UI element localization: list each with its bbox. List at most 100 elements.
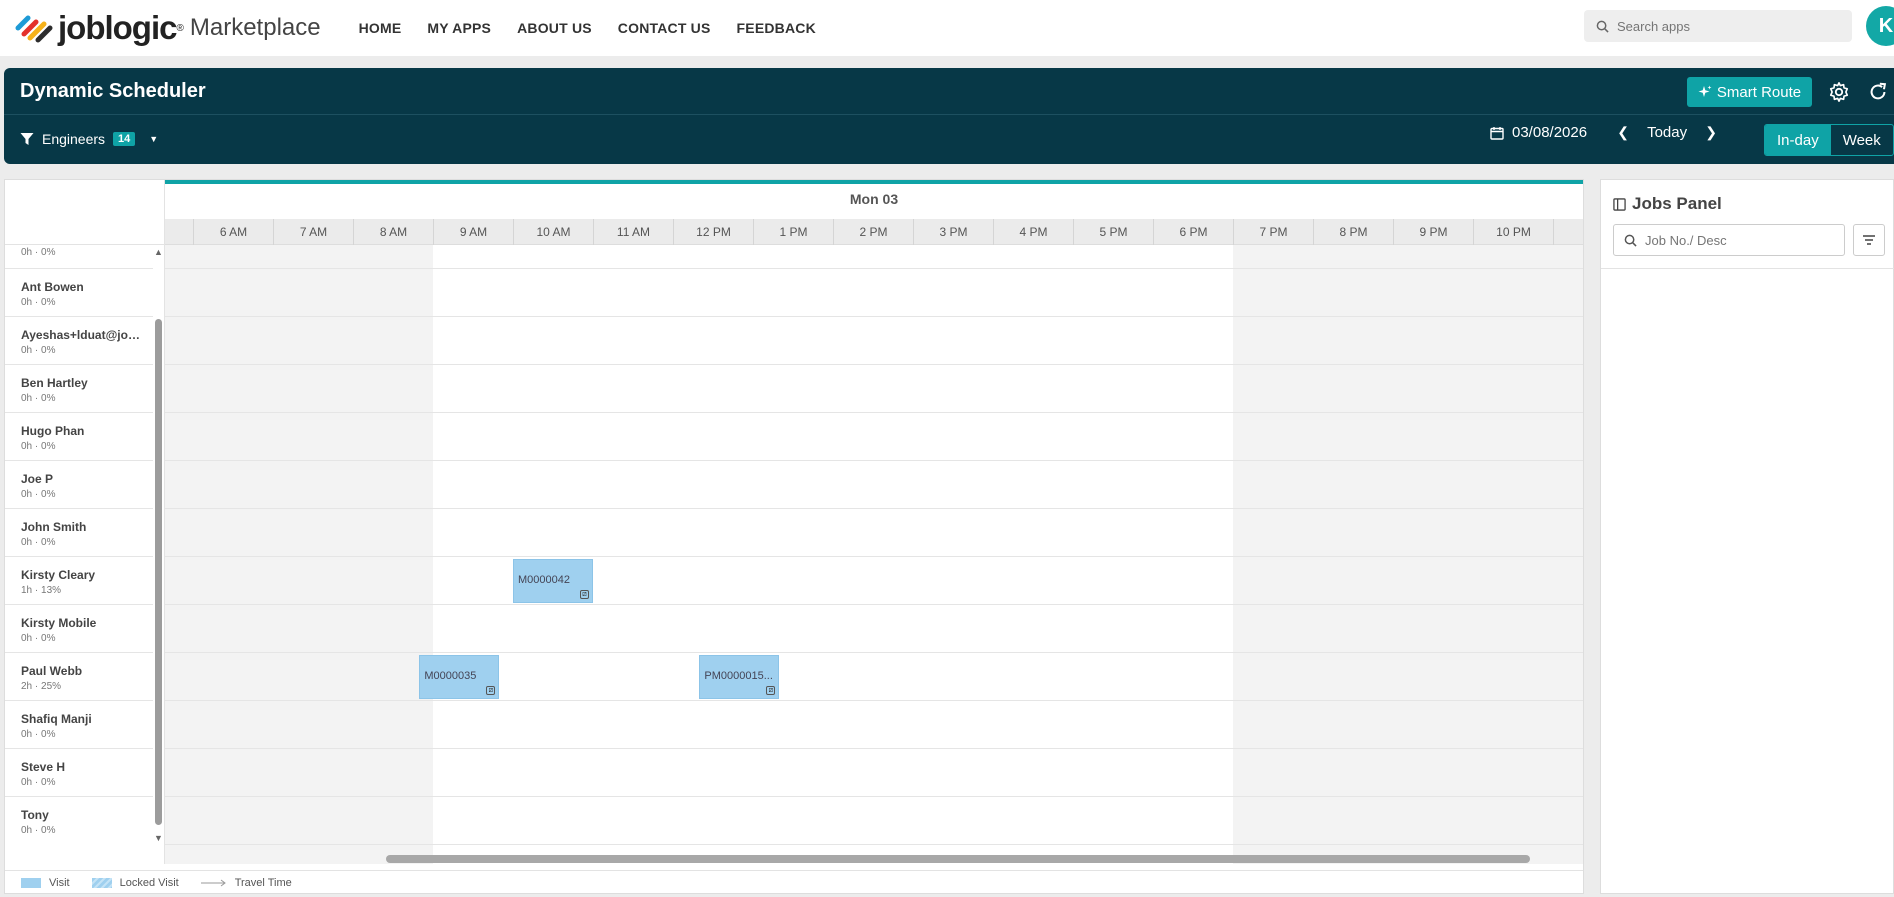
hour-label: 8 PM <box>1313 219 1393 245</box>
hour-ruler: 6 AM 7 AM 8 AM 9 AM 10 AM 11 AM 12 PM 1 PM 2 PM 3… <box>165 219 1583 245</box>
job-visit-block[interactable]: M0000042 ⧄ <box>513 559 593 603</box>
engineer-utilisation: 0h · 0% <box>21 297 56 308</box>
legend-travel-label: Travel Time <box>234 876 292 889</box>
engineer-row[interactable]: Ben Hartley 0h · 0% <box>5 365 153 413</box>
job-search-box <box>1613 224 1845 256</box>
hour-label: 6 PM <box>1153 219 1233 245</box>
current-date: 03/08/2026 <box>1512 124 1588 141</box>
job-search-input[interactable] <box>1645 232 1825 248</box>
hour-label: 11 AM <box>593 219 673 245</box>
vertical-scroll-thumb[interactable] <box>155 319 162 825</box>
engineer-row[interactable]: Steve H 0h · 0% <box>5 749 153 797</box>
engineer-utilisation: 0h · 0% <box>21 489 56 500</box>
view-toggle: In-day Week <box>1764 124 1894 156</box>
jobs-panel-header: Jobs Panel <box>1613 194 1722 214</box>
nav-contact-us[interactable]: CONTACT US <box>618 20 711 36</box>
engineer-lane[interactable] <box>165 701 1583 749</box>
top-navbar: joblogic ® Marketplace HOME MY APPS ABOU… <box>0 0 1894 56</box>
job-visit-block[interactable]: M0000035 ⧄ <box>419 655 500 699</box>
horizontal-scroll-thumb[interactable] <box>386 855 1530 863</box>
engineer-lane[interactable] <box>165 509 1583 557</box>
engineer-name: Ayeshas+lduat@jobl... <box>21 328 146 342</box>
prev-day-chevron-icon[interactable]: ❮ <box>1609 124 1637 141</box>
engineer-row[interactable]: Tony 0h · 0% <box>5 797 153 841</box>
search-icon <box>1624 234 1637 247</box>
today-button[interactable]: Today <box>1647 124 1687 141</box>
engineer-lane[interactable] <box>165 461 1583 509</box>
engineer-utilisation: 0h · 0% <box>21 777 56 788</box>
engineer-lane[interactable] <box>165 653 1583 701</box>
scheduler-header: Dynamic Scheduler Smart Route Engineers … <box>4 68 1894 164</box>
engineer-utilisation: 0h · 0% <box>21 345 56 356</box>
view-in-day-button[interactable]: In-day <box>1765 125 1831 155</box>
engineer-row[interactable]: Paul Webb 2h · 25% <box>5 653 153 701</box>
jobs-filter-icon[interactable] <box>1853 224 1885 256</box>
engineers-filter-dropdown[interactable]: Engineers 14 ▼ <box>20 131 158 147</box>
engineer-lanes: M0000042 ⧄ M0000035 ⧄ PM0000015... ⧄ <box>165 245 1583 864</box>
engineer-row[interactable]: John Smith 0h · 0% <box>5 509 153 557</box>
engineer-lane[interactable] <box>165 797 1583 845</box>
engineer-row[interactable]: Kirsty Mobile 0h · 0% <box>5 605 153 653</box>
job-type-icon: ⧄ <box>766 686 776 695</box>
engineer-row[interactable]: 0h · 0% <box>5 245 153 269</box>
engineer-utilisation: 0h · 0% <box>21 729 56 740</box>
engineer-name: Paul Webb <box>21 664 83 678</box>
engineer-lane[interactable] <box>165 605 1583 653</box>
job-ref: M0000042 <box>518 574 570 586</box>
hour-label: 1 PM <box>753 219 833 245</box>
engineer-lane[interactable] <box>165 245 1583 269</box>
engineer-lane[interactable] <box>165 365 1583 413</box>
day-header: Mon 03 <box>165 180 1583 214</box>
job-type-icon: ⧄ <box>486 686 496 695</box>
engineer-row[interactable]: Ant Bowen 0h · 0% <box>5 269 153 317</box>
scroll-up-arrow-icon[interactable]: ▲ <box>154 247 163 257</box>
nav-home[interactable]: HOME <box>359 20 402 36</box>
settings-gear-icon[interactable] <box>1827 80 1851 104</box>
engineer-lane[interactable] <box>165 317 1583 365</box>
engineer-row[interactable]: Joe P 0h · 0% <box>5 461 153 509</box>
engineer-row[interactable]: Ayeshas+lduat@jobl... 0h · 0% <box>5 317 153 365</box>
engineer-name: Hugo Phan <box>21 424 85 438</box>
engineer-lane[interactable] <box>165 749 1583 797</box>
engineer-column-header <box>5 180 164 245</box>
joblogic-logo[interactable]: joblogic ® Marketplace <box>14 9 321 47</box>
engineer-lane[interactable] <box>165 269 1583 317</box>
job-visit-block[interactable]: PM0000015... ⧄ <box>699 655 780 699</box>
nav-about-us[interactable]: ABOUT US <box>517 20 592 36</box>
user-avatar[interactable]: K <box>1866 6 1894 46</box>
hour-label: 9 PM <box>1393 219 1473 245</box>
jobs-panel-divider <box>1601 268 1894 269</box>
nav-my-apps[interactable]: MY APPS <box>427 20 491 36</box>
hour-label: 8 AM <box>353 219 433 245</box>
date-picker[interactable]: 03/08/2026 <box>1490 124 1587 141</box>
refresh-icon[interactable] <box>1866 80 1890 104</box>
calendar-icon <box>1490 126 1504 140</box>
engineer-utilisation: 0h · 0% <box>21 537 56 548</box>
page-title: Dynamic Scheduler <box>20 79 206 102</box>
engineer-row[interactable]: Shafiq Manji 0h · 0% <box>5 701 153 749</box>
legend-locked-label: Locked Visit <box>119 876 179 889</box>
scroll-down-arrow-icon[interactable]: ▼ <box>154 833 163 843</box>
hour-label: 9 AM <box>433 219 513 245</box>
engineer-utilisation: 0h · 0% <box>21 825 56 836</box>
horizontal-scrollbar[interactable] <box>5 851 1583 865</box>
legend-locked-visit: Locked Visit <box>91 876 179 889</box>
next-day-chevron-icon[interactable]: ❯ <box>1697 124 1725 141</box>
hour-label: 3 PM <box>913 219 993 245</box>
jobs-panel: Jobs Panel <box>1600 179 1894 894</box>
smart-route-button[interactable]: Smart Route <box>1687 77 1812 107</box>
legend-visit-label: Visit <box>49 876 70 889</box>
search-apps-input[interactable] <box>1617 18 1837 34</box>
vertical-scrollbar[interactable]: ▲ ▼ <box>152 245 165 845</box>
nav-feedback[interactable]: FEEDBACK <box>737 20 816 36</box>
view-week-button[interactable]: Week <box>1831 125 1893 155</box>
hour-label: 10 PM <box>1473 219 1553 245</box>
engineer-lane[interactable] <box>165 413 1583 461</box>
engineer-row[interactable]: Kirsty Cleary 1h · 13% <box>5 557 153 605</box>
engineer-lane[interactable] <box>165 557 1583 605</box>
main-nav: HOME MY APPS ABOUT US CONTACT US FEEDBAC… <box>359 20 816 36</box>
engineer-row[interactable]: Hugo Phan 0h · 0% <box>5 413 153 461</box>
locked-visit-swatch <box>91 877 112 888</box>
engineer-utilisation: 0h · 0% <box>21 393 56 404</box>
panel-icon <box>1613 197 1626 211</box>
